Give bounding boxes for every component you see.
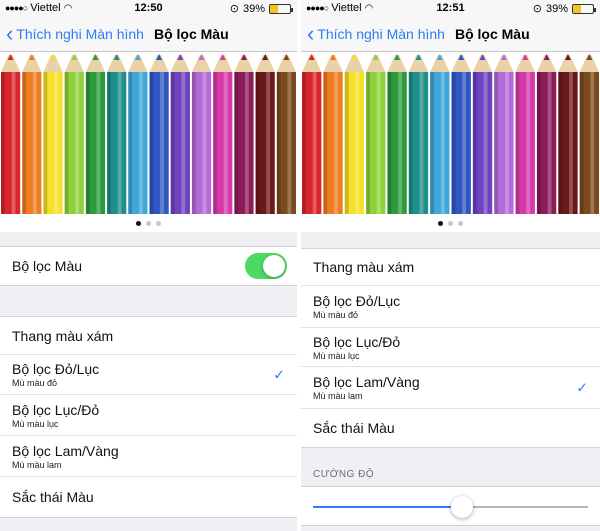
navigation-bar: ‹ Thích nghi Màn hình Bộ lọc Màu bbox=[301, 16, 600, 52]
page-title: Bộ lọc Màu bbox=[153, 25, 229, 42]
filter-option-row[interactable]: Bộ lọc Đỏ/Lục Mù màu đỏ ✓ bbox=[0, 355, 297, 395]
pencil bbox=[276, 54, 296, 214]
intensity-slider-fill bbox=[313, 506, 462, 508]
pencil bbox=[85, 54, 106, 214]
rotation-lock-icon: ⊙ bbox=[229, 3, 239, 15]
rotation-lock-icon: ⊙ bbox=[532, 3, 542, 15]
filter-option-subtitle: Mù màu đỏ bbox=[12, 378, 58, 388]
filter-option-title: Sắc thái Màu bbox=[12, 489, 94, 505]
back-label: Thích nghi Màn hình bbox=[317, 25, 445, 42]
pencil bbox=[213, 54, 233, 214]
filter-option-title: Sắc thái Màu bbox=[313, 420, 395, 436]
page-dot bbox=[156, 220, 161, 226]
pencil bbox=[579, 54, 599, 214]
screenshot-pair: ●●●●○ Viettel ◠ 12:50 ⊙ 39% ‹ Thích nghi… bbox=[0, 0, 600, 531]
color-preview-pencils[interactable] bbox=[301, 52, 600, 214]
pencil bbox=[234, 54, 254, 214]
filter-option-title: Bộ lọc Đỏ/Lục bbox=[313, 293, 401, 309]
filter-option-subtitle: Mù màu lam bbox=[313, 391, 363, 401]
battery-icon bbox=[572, 3, 596, 14]
chevron-left-icon: ‹ bbox=[307, 20, 315, 46]
back-label: Thích nghi Màn hình bbox=[16, 25, 144, 42]
intensity-slider-thumb[interactable] bbox=[450, 496, 473, 518]
filter-option-subtitle: Mù màu đỏ bbox=[313, 310, 359, 320]
left-screen: ●●●●○ Viettel ◠ 12:50 ⊙ 39% ‹ Thích nghi… bbox=[0, 0, 297, 531]
pencil bbox=[1, 54, 21, 214]
pencils-image bbox=[1, 54, 296, 214]
status-bar: ●●●●○ Viettel ◠ 12:51 ⊙ 39% bbox=[301, 0, 600, 16]
filter-options-list: Thang màu xám Bộ lọc Đỏ/Lục Mù màu đỏ Bộ lọ… bbox=[301, 248, 600, 448]
pencil bbox=[255, 54, 275, 214]
pencil bbox=[515, 54, 535, 214]
pencil bbox=[408, 54, 429, 214]
battery-percent: 39% bbox=[545, 2, 568, 15]
filter-option-row[interactable]: Bộ lọc Lục/Đỏ Mù màu lục bbox=[301, 328, 600, 367]
pencil bbox=[128, 54, 148, 214]
page-title: Bộ lọc Màu bbox=[454, 25, 530, 42]
filter-option-title: Bộ lọc Lam/Vàng bbox=[313, 374, 420, 390]
filter-options-list: Thang màu xám Bộ lọc Đỏ/Lục Mù màu đỏ ✓ Bộ l… bbox=[0, 316, 297, 518]
pencil bbox=[64, 54, 84, 214]
pencils-image bbox=[302, 54, 599, 214]
page-dot bbox=[448, 220, 453, 226]
intensity-slider-row bbox=[301, 486, 600, 526]
color-filter-switch[interactable] bbox=[245, 253, 287, 279]
page-dot bbox=[438, 220, 443, 226]
filter-option-subtitle: Mù màu lam bbox=[12, 459, 62, 470]
pencil bbox=[536, 54, 557, 214]
filter-option-title: Thang màu xám bbox=[12, 327, 114, 344]
filter-option-subtitle: Mù màu lục bbox=[12, 418, 59, 429]
pencil bbox=[558, 54, 578, 214]
filter-option-row[interactable]: Bộ lọc Lam/Vàng Mù màu lam bbox=[0, 436, 297, 477]
pencil bbox=[191, 54, 212, 214]
color-filter-toggle-row[interactable]: Bộ lọc Màu bbox=[0, 247, 297, 285]
pencil bbox=[302, 54, 322, 214]
intensity-header: CƯỜNG ĐỘ bbox=[313, 469, 375, 480]
pencil bbox=[451, 54, 471, 214]
filter-option-title: Bộ lọc Lam/Vàng bbox=[12, 442, 119, 459]
pencil bbox=[344, 54, 365, 214]
right-screen: ●●●●○ Viettel ◠ 12:51 ⊙ 39% ‹ Thích nghi… bbox=[301, 0, 600, 531]
page-dot bbox=[146, 220, 151, 226]
intensity-slider-track[interactable] bbox=[313, 496, 588, 518]
page-dot bbox=[136, 220, 141, 226]
pencil bbox=[107, 54, 127, 214]
pencil bbox=[494, 54, 514, 214]
filter-option-row[interactable]: Bộ lọc Lục/Đỏ Mù màu lục bbox=[0, 395, 297, 436]
filter-option-title: Thang màu xám bbox=[313, 259, 415, 275]
filter-option-title: Bộ lọc Đỏ/Lục bbox=[12, 361, 100, 377]
pencil bbox=[387, 54, 407, 214]
navigation-bar: ‹ Thích nghi Màn hình Bộ lọc Màu bbox=[0, 16, 297, 52]
pencil bbox=[149, 54, 169, 214]
filter-option-row[interactable]: Sắc thái Màu bbox=[301, 409, 600, 447]
status-bar: ●●●●○ Viettel ◠ 12:50 ⊙ 39% bbox=[0, 0, 297, 16]
filter-option-row[interactable]: Bộ lọc Lam/Vàng Mù màu lam ✓ bbox=[301, 367, 600, 409]
back-button[interactable]: ‹ Thích nghi Màn hình bbox=[0, 20, 144, 46]
filter-option-title: Bộ lọc Lục/Đỏ bbox=[313, 333, 401, 350]
filter-option-row[interactable]: Thang màu xám bbox=[301, 249, 600, 286]
chevron-left-icon: ‹ bbox=[6, 20, 14, 46]
filter-option-row[interactable]: Sắc thái Màu bbox=[0, 477, 297, 517]
battery-percent: 39% bbox=[242, 2, 265, 15]
pencil bbox=[43, 54, 63, 214]
filter-option-subtitle: Mù màu lục bbox=[313, 350, 360, 361]
battery-icon bbox=[269, 3, 293, 14]
pencil bbox=[22, 54, 42, 214]
page-indicator[interactable] bbox=[301, 214, 600, 232]
color-preview-pencils[interactable] bbox=[0, 52, 297, 214]
pencil bbox=[430, 54, 450, 214]
filter-option-row[interactable]: Thang màu xám bbox=[0, 317, 297, 355]
checkmark-icon: ✓ bbox=[273, 366, 285, 382]
pencil bbox=[170, 54, 190, 214]
page-dot bbox=[458, 220, 463, 226]
filter-toggle-group: Bộ lọc Màu bbox=[0, 246, 297, 286]
pencil bbox=[323, 54, 343, 214]
back-button[interactable]: ‹ Thích nghi Màn hình bbox=[301, 20, 445, 46]
checkmark-icon: ✓ bbox=[576, 379, 588, 395]
pencil bbox=[472, 54, 493, 214]
pencil bbox=[366, 54, 386, 214]
filter-option-title: Bộ lọc Lục/Đỏ bbox=[12, 401, 100, 418]
filter-option-row[interactable]: Bộ lọc Đỏ/Lục Mù màu đỏ bbox=[301, 286, 600, 328]
page-indicator[interactable] bbox=[0, 214, 297, 232]
